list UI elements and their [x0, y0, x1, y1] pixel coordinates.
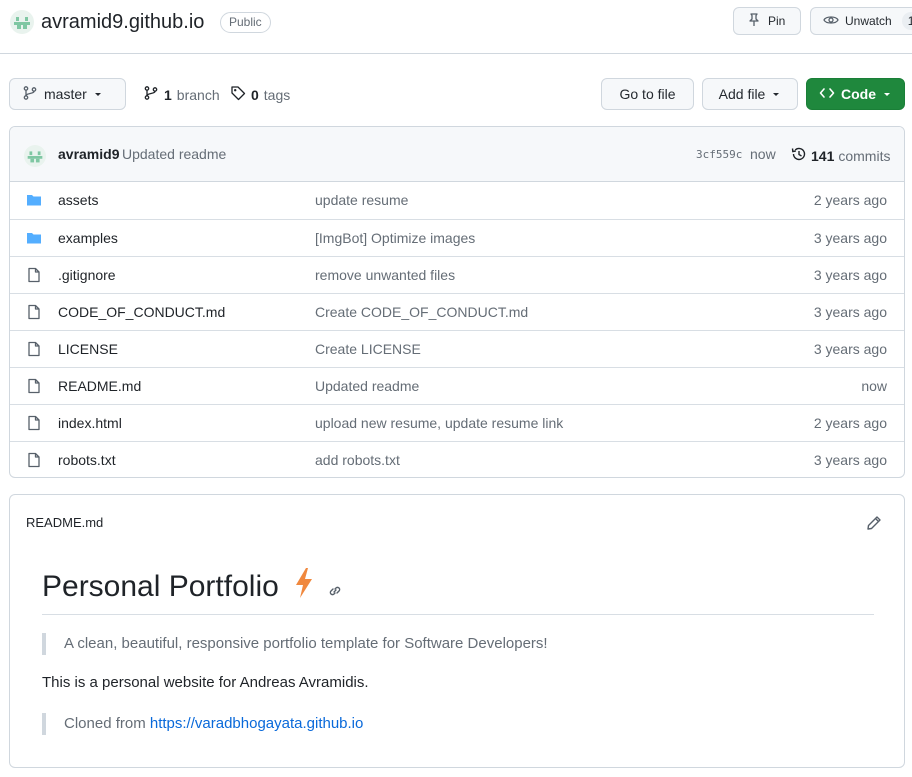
- cloned-prefix: Cloned from: [64, 715, 146, 732]
- file-row[interactable]: index.html upload new resume, update resu…: [10, 404, 904, 441]
- file-browser: avramid9 Updated readme 3cf559c now 141 …: [9, 126, 905, 478]
- unwatch-label: Unwatch: [845, 14, 892, 28]
- file-row[interactable]: examples [ImgBot] Optimize images 3 years …: [10, 219, 904, 256]
- tags-link[interactable]: 0 tags: [230, 85, 290, 104]
- file-commit-message[interactable]: Updated readme: [315, 378, 419, 394]
- file-commit-time: 3 years ago: [813, 341, 887, 357]
- lightning-icon: [293, 567, 315, 607]
- watch-count: 1: [901, 12, 912, 30]
- code-label: Code: [841, 86, 876, 102]
- file-commit-message[interactable]: Create CODE_OF_CONDUCT.md: [315, 304, 528, 320]
- file-name[interactable]: README.md: [58, 378, 141, 394]
- go-to-file-button[interactable]: Go to file: [601, 78, 694, 110]
- file-row[interactable]: LICENSE Create LICENSE 3 years ago: [10, 330, 904, 367]
- file-commit-message[interactable]: add robots.txt: [315, 452, 400, 468]
- file-commit-time: 3 years ago: [813, 230, 887, 246]
- latest-commit-bar: avramid9 Updated readme 3cf559c now 141 …: [10, 127, 904, 182]
- chevron-down-icon: [93, 86, 103, 102]
- file-commit-time: 2 years ago: [813, 192, 887, 208]
- go-to-file-label: Go to file: [619, 86, 676, 102]
- branch-name: master: [44, 86, 87, 102]
- eye-icon: [823, 12, 839, 31]
- branch-word: branch: [176, 86, 220, 103]
- visibility-badge: Public: [220, 12, 271, 33]
- file-row[interactable]: assets update resume 2 years ago: [10, 182, 904, 219]
- code-icon: [819, 85, 835, 104]
- file-icon: [26, 415, 42, 431]
- description-text: This is a personal website for Andreas A…: [42, 674, 369, 691]
- file-row[interactable]: .gitignore remove unwanted files 3 years a…: [10, 256, 904, 293]
- pin-icon: [746, 12, 762, 31]
- tag-icon: [230, 85, 246, 104]
- file-row[interactable]: README.md Updated readme now: [10, 367, 904, 404]
- pencil-icon[interactable]: [866, 515, 882, 531]
- branches-link[interactable]: 1 branch: [143, 85, 220, 104]
- commit-time: now: [750, 146, 776, 162]
- file-commit-message[interactable]: upload new resume, update resume link: [315, 415, 563, 431]
- file-name[interactable]: assets: [58, 192, 98, 208]
- file-icon: [26, 267, 42, 283]
- file-commit-time: 3 years ago: [813, 452, 887, 468]
- file-name[interactable]: .gitignore: [58, 267, 116, 283]
- history-icon: [791, 146, 807, 165]
- commit-avatar[interactable]: [24, 145, 46, 167]
- unwatch-button[interactable]: Unwatch 1: [810, 7, 912, 35]
- tag-count: 0: [251, 86, 259, 103]
- file-commit-time: 2 years ago: [813, 415, 887, 431]
- branch-selector[interactable]: master: [9, 78, 126, 110]
- commit-sha[interactable]: 3cf559c: [696, 148, 742, 161]
- readme-heading-row: Personal Portfolio: [42, 567, 343, 607]
- file-list: assets update resume 2 years ago examples [I…: [10, 182, 904, 477]
- pin-button[interactable]: Pin: [733, 7, 801, 35]
- add-file-button[interactable]: Add file: [702, 78, 798, 110]
- code-button[interactable]: Code: [806, 78, 905, 110]
- readme-panel: README.md Personal Portfolio A clean, be…: [9, 494, 905, 768]
- file-icon: [26, 341, 42, 357]
- file-commit-time: now: [861, 378, 887, 394]
- file-icon: [26, 304, 42, 320]
- pin-label: Pin: [768, 14, 786, 28]
- file-icon: [26, 452, 42, 468]
- file-commit-time: 3 years ago: [813, 267, 887, 283]
- tagline-quote: A clean, beautiful, responsive portfolio…: [42, 633, 548, 655]
- file-commit-message[interactable]: [ImgBot] Optimize images: [315, 230, 475, 246]
- file-name[interactable]: robots.txt: [58, 452, 116, 468]
- file-commit-message[interactable]: Create LICENSE: [315, 341, 421, 357]
- file-commit-message[interactable]: remove unwanted files: [315, 267, 455, 283]
- anchor-link-icon[interactable]: [327, 573, 343, 607]
- commit-author[interactable]: avramid9: [58, 146, 119, 162]
- chevron-down-icon: [882, 86, 892, 102]
- heading-divider: [42, 614, 874, 615]
- commit-count-word: commits: [838, 147, 891, 164]
- file-commit-message[interactable]: update resume: [315, 192, 408, 208]
- chevron-down-icon: [771, 86, 781, 102]
- commits-link[interactable]: 141 commits: [791, 146, 890, 165]
- git-branch-icon: [143, 85, 159, 104]
- file-commit-time: 3 years ago: [813, 304, 887, 320]
- cloned-from-quote: Cloned from https://varadbhogayata.githu…: [42, 713, 363, 735]
- folder-icon: [26, 192, 42, 208]
- file-name[interactable]: examples: [58, 230, 118, 246]
- file-row[interactable]: CODE_OF_CONDUCT.md Create CODE_OF_CONDUCT…: [10, 293, 904, 330]
- commit-count: 141: [811, 147, 835, 164]
- commit-message[interactable]: Updated readme: [122, 146, 226, 162]
- folder-icon: [26, 230, 42, 246]
- repo-name[interactable]: avramid9.github.io: [41, 9, 204, 35]
- file-name[interactable]: index.html: [58, 415, 122, 431]
- readme-heading: Personal Portfolio: [42, 570, 279, 603]
- file-name[interactable]: CODE_OF_CONDUCT.md: [58, 304, 225, 320]
- cloned-link[interactable]: https://varadbhogayata.github.io: [150, 715, 364, 732]
- readme-filename[interactable]: README.md: [26, 515, 103, 530]
- repo-header: avramid9.github.io Public Pin Unwatch 1: [0, 0, 912, 54]
- tag-word: tags: [263, 86, 291, 103]
- file-name[interactable]: LICENSE: [58, 341, 118, 357]
- branch-count: 1: [164, 86, 172, 103]
- file-row[interactable]: robots.txt add robots.txt 3 years ago: [10, 441, 904, 477]
- add-file-label: Add file: [718, 86, 766, 102]
- file-icon: [26, 378, 42, 394]
- git-branch-icon: [22, 85, 38, 104]
- avatar[interactable]: [10, 10, 34, 34]
